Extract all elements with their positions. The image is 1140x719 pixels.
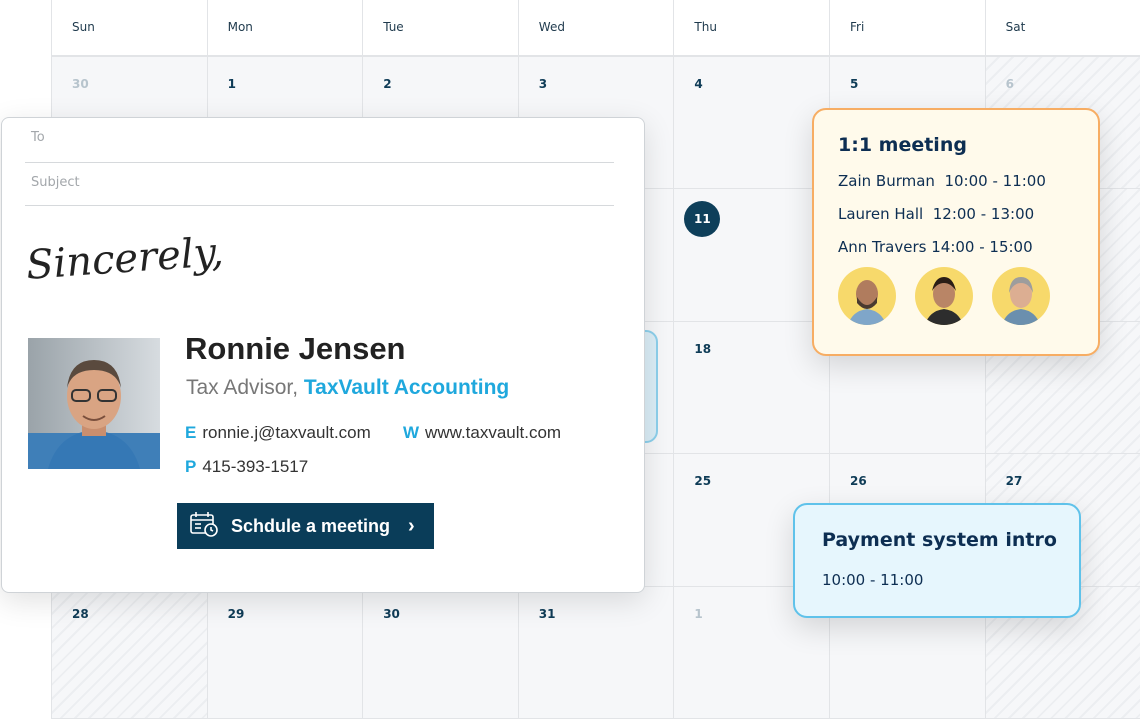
today-marker: 11 bbox=[684, 201, 721, 238]
weekday-header: Mon bbox=[207, 0, 364, 57]
email-contact: Eronnie.j@taxvault.com bbox=[185, 423, 371, 443]
calendar-day[interactable]: 31 bbox=[518, 586, 675, 719]
web-link[interactable]: www.taxvault.com bbox=[425, 423, 561, 442]
day-number: 2 bbox=[383, 77, 392, 91]
day-number: 30 bbox=[383, 606, 400, 621]
day-number: 3 bbox=[538, 77, 548, 91]
day-number: 25 bbox=[694, 474, 712, 489]
phone-contact: P 415-393-1517 bbox=[185, 457, 308, 477]
phone-link[interactable]: 415-393-1517 bbox=[202, 457, 308, 476]
calendar-day[interactable]: 28 bbox=[52, 586, 208, 719]
company-link[interactable]: TaxVault Accounting bbox=[304, 376, 509, 399]
attendee-time: 10:00 - 11:00 bbox=[944, 172, 1046, 190]
day-number: 1 bbox=[227, 77, 236, 91]
meeting-row: Zain Burman 10:00 - 11:00 bbox=[838, 172, 1098, 190]
day-number: 26 bbox=[850, 474, 867, 489]
event-time: 10:00 - 11:00 bbox=[822, 571, 924, 589]
sender-role: Tax Advisor, TaxVault Accounting bbox=[186, 376, 509, 400]
chevron-right-icon: › bbox=[408, 514, 415, 537]
meeting-title: 1:1 meeting bbox=[838, 134, 967, 156]
signature-handwriting: Sincerely, bbox=[24, 229, 225, 289]
calendar-day[interactable]: 11 bbox=[674, 189, 830, 322]
email-link[interactable]: ronnie.j@taxvault.com bbox=[202, 423, 370, 442]
calendar-clock-icon bbox=[189, 511, 219, 542]
profile-photo bbox=[28, 338, 160, 469]
day-number: 31 bbox=[538, 606, 556, 621]
meeting-card[interactable]: 1:1 meeting Zain Burman 10:00 - 11:00 La… bbox=[812, 108, 1100, 356]
day-number: 27 bbox=[1005, 474, 1023, 489]
day-number: 28 bbox=[72, 606, 89, 621]
web-contact: Wwww.taxvault.com bbox=[403, 423, 561, 443]
day-number: 4 bbox=[694, 77, 703, 91]
avatar bbox=[992, 267, 1051, 325]
payment-event-card[interactable]: Payment system intro 10:00 - 11:00 bbox=[793, 503, 1081, 618]
calendar-day[interactable]: 18 bbox=[674, 321, 830, 455]
day-number: 5 bbox=[850, 77, 859, 91]
event-title: Payment system intro bbox=[822, 529, 1057, 551]
sender-name: Ronnie Jensen bbox=[185, 331, 406, 366]
to-field[interactable]: To bbox=[25, 130, 614, 163]
calendar-day[interactable]: 4 bbox=[674, 57, 830, 190]
avatar bbox=[915, 267, 974, 325]
day-number: 18 bbox=[694, 341, 712, 356]
avatar bbox=[838, 267, 896, 325]
meeting-row: Ann Travers 14:00 - 15:00 bbox=[838, 238, 1098, 256]
calendar-day[interactable]: 29 bbox=[207, 586, 364, 719]
phone-label: P bbox=[185, 457, 197, 476]
calendar-day[interactable]: 30 bbox=[363, 586, 519, 719]
email-label: E bbox=[185, 423, 197, 442]
weekday-header: Fri bbox=[830, 0, 986, 57]
day-number: 30 bbox=[72, 77, 89, 91]
meeting-row: Lauren Hall 12:00 - 13:00 bbox=[838, 205, 1098, 223]
job-title: Tax Advisor, bbox=[186, 376, 299, 399]
weekday-header: Thu bbox=[674, 0, 830, 57]
attendee-name: Zain Burman bbox=[838, 172, 935, 190]
attendee-time: 14:00 - 15:00 bbox=[931, 238, 1033, 256]
attendee-name: Ann Travers bbox=[838, 238, 927, 256]
schedule-meeting-button[interactable]: Schdule a meeting › bbox=[177, 503, 434, 549]
attendee-name: Lauren Hall bbox=[838, 205, 924, 223]
attendee-time: 12:00 - 13:00 bbox=[932, 205, 1035, 223]
weekday-header: Wed bbox=[518, 0, 675, 57]
day-number: 1 bbox=[694, 606, 703, 621]
email-compose: To Subject Sincerely, Ronnie Jensen Tax … bbox=[1, 117, 645, 593]
day-number: 29 bbox=[227, 606, 245, 621]
day-number: 6 bbox=[1005, 77, 1014, 91]
schedule-meeting-label: Schdule a meeting bbox=[231, 515, 391, 536]
web-label: W bbox=[403, 423, 420, 442]
weekday-header: Sun bbox=[52, 0, 208, 57]
weekday-header: Sat bbox=[985, 0, 1140, 57]
subject-field[interactable]: Subject bbox=[25, 175, 614, 206]
weekday-header: Tue bbox=[363, 0, 519, 57]
